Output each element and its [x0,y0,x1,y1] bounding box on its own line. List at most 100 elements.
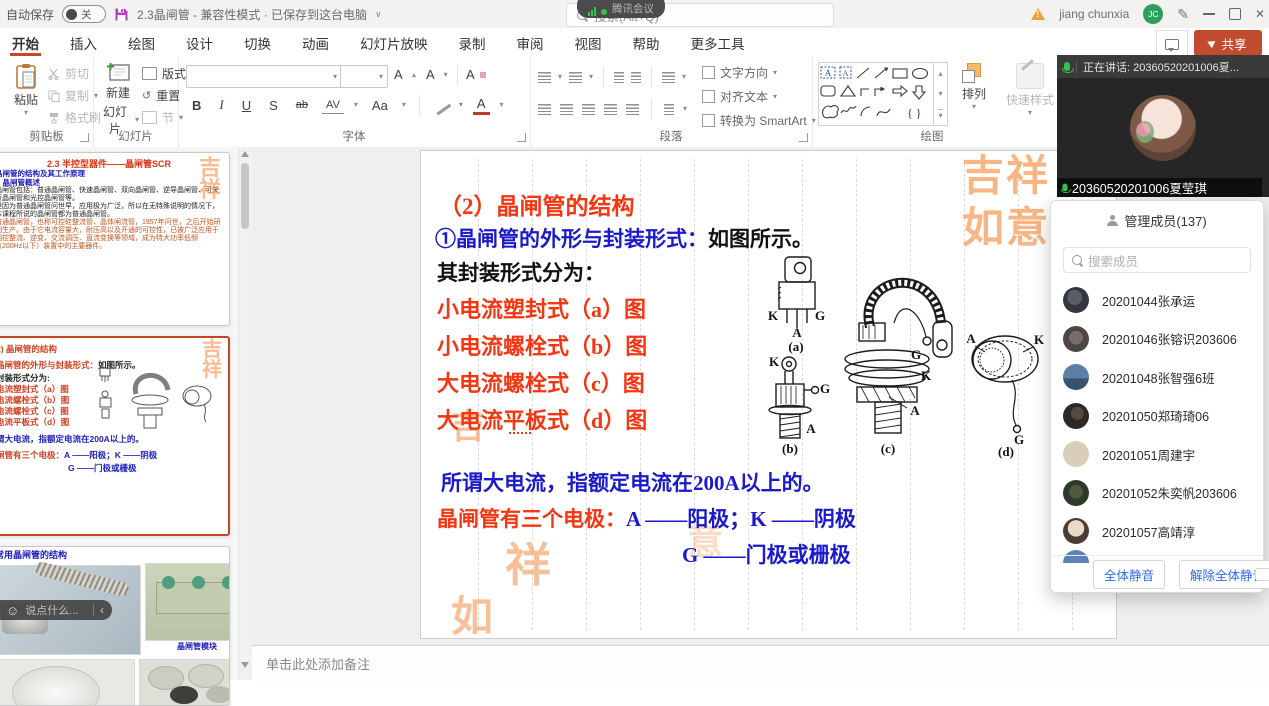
warning-icon[interactable] [1031,8,1045,20]
member-row[interactable]: 20201052朱奕帆203606 [1063,474,1259,513]
slide-title[interactable]: （2）晶闸管的结构 [439,187,635,221]
autosave-toggle[interactable]: 关 [62,5,106,23]
mute-all-button[interactable]: 全体静音 [1093,560,1165,589]
align-text-button[interactable]: 对齐文本 ▾ [702,88,777,105]
bullets-button[interactable] [538,72,551,83]
maximize-button[interactable] [1229,8,1241,20]
justify-button[interactable] [604,104,617,115]
tab-more-tools[interactable]: 更多工具 [689,30,747,56]
shape-gallery[interactable]: A A { } [818,62,934,126]
text-shadow-button[interactable]: S [265,96,282,115]
document-title[interactable]: 2.3晶闸管 - 兼容性模式 · 已保存到这台电脑 [137,6,367,23]
user-avatar[interactable]: JC [1143,4,1163,24]
text-direction-button[interactable]: 文字方向 ▾ [702,64,777,81]
numbering-button[interactable] [569,72,582,83]
paragraph-dialog-launcher[interactable] [799,133,808,142]
arrange-button[interactable]: 排列 ▾ [952,63,996,110]
doc-title-caret-icon[interactable]: ∨ [375,9,382,20]
columns-button[interactable] [664,104,674,115]
member-row[interactable]: 20201048张智强6班 [1063,358,1259,397]
thumbnail-slide-3[interactable]: 常用晶闸管的结构 晶闸管模块 平板型晶闸管外形及结构 [0,546,230,706]
member-row[interactable]: 20201051周建宇 [1063,435,1259,474]
slide-red-item-1[interactable]: 小电流塑封式（a）图 [437,292,646,324]
thyristor-figure[interactable]: K G A (a) K G A (b) G K A (c) A K G (d) [689,247,1049,462]
tab-design[interactable]: 设计 [184,30,215,56]
font-name-combo[interactable]: ▾ [186,65,342,88]
tab-help[interactable]: 帮助 [631,30,662,56]
grow-font-button[interactable]: A▾ [390,65,416,84]
slide-editing-area[interactable]: 吉祥 如意 吉 祥 如 意 （2）晶闸管的结构 ①晶闸管的外形与封装形式：如图所… [420,150,1117,639]
emoji-icon[interactable]: ☺ [6,604,19,617]
tab-slideshow[interactable]: 幻灯片放映 [358,30,430,56]
thumbnail-slide-2-selected[interactable]: 2) 晶闸管的结构 晶闸管的外形与封装形式：如图所示。 封装形式分为: 电流塑封… [0,336,230,536]
notes-placeholder[interactable]: 单击此处添加备注 [266,654,370,673]
decrease-indent-button[interactable] [614,72,624,83]
align-left-button[interactable] [538,104,551,115]
minimize-button[interactable] [1203,13,1215,15]
slide-electrodes-red[interactable]: 晶闸管有三个电极： [437,507,626,531]
chat-input-placeholder[interactable]: 说点什么... [25,602,78,618]
tab-transitions[interactable]: 切换 [242,30,273,56]
comments-button[interactable] [1156,30,1188,57]
increase-indent-button[interactable] [631,72,641,83]
change-case-button[interactable]: Aa [368,96,392,115]
member-row[interactable]: 20201044张承运 [1063,281,1259,320]
new-slide-button[interactable]: 新建 幻灯片▾ [97,62,139,137]
copy-button[interactable]: 复制 ▾ [48,87,98,104]
shape-gallery-scroll[interactable]: ▴ ▾ ▾ [934,62,948,126]
collapse-chevron-icon[interactable]: ‹ [100,604,106,616]
underline-button[interactable]: U [238,96,255,115]
section-button[interactable]: 节 ▾ [142,109,183,126]
slide-electrodes-blue[interactable]: A ——阳极；K ——阴极 [626,507,856,531]
member-row[interactable]: 20201046张镕识203606 [1063,320,1259,359]
thumbnail-slide-1[interactable]: 2.3 半控型器件——晶闸管SCR 晶闸管的结构及其工作原理 ）晶闸管概述 晶闸… [0,152,230,326]
smartart-button[interactable]: 转换为 SmartArt ▾ [702,112,816,129]
scrollbar-thumb[interactable] [241,163,249,229]
slide-red-item-4[interactable]: 大电流平板式（d）图 [437,403,647,435]
tab-review[interactable]: 审阅 [515,30,546,56]
more-button-partial[interactable] [1255,568,1269,581]
character-spacing-button[interactable]: AV [322,97,344,114]
share-button[interactable]: 共享 [1194,30,1262,56]
member-search-input[interactable]: 搜索成员 [1063,247,1251,273]
scroll-up-icon[interactable] [241,151,249,157]
font-color-button[interactable]: A [473,96,490,115]
tab-record[interactable]: 录制 [457,30,488,56]
save-icon[interactable] [114,7,129,22]
slide-line2[interactable]: 其封装形式分为： [437,257,605,287]
clipboard-dialog-launcher[interactable] [80,133,89,142]
meeting-chat-pill[interactable]: ☺ 说点什么... ‹ [0,600,112,620]
user-name[interactable]: jiang chunxia [1059,7,1129,21]
highlight-pen-icon[interactable] [431,95,452,115]
clear-formatting-button[interactable]: A [462,65,486,84]
cut-button[interactable]: 剪切 [48,65,89,82]
meeting-speaking-bar[interactable]: 正在讲话: 20360520201006夏... [1057,55,1269,78]
member-row[interactable]: 20201057高靖淳 [1063,512,1259,551]
reset-button[interactable]: ↺ 重置 [142,87,180,104]
paste-button[interactable]: 粘贴 ▾ [6,63,46,116]
distribute-button[interactable] [626,104,639,115]
notes-pane[interactable]: 单击此处添加备注 [252,645,1269,681]
slide-red-item-2[interactable]: 小电流螺栓式（b）图 [437,329,647,361]
font-dialog-launcher[interactable] [517,133,526,142]
tab-insert[interactable]: 插入 [68,30,99,56]
close-button[interactable]: ✕ [1255,7,1263,21]
slide-red-item-3[interactable]: 大电流螺栓式（c）图 [437,366,645,398]
strikethrough-button[interactable]: ab [292,97,312,113]
slide-electrodes-blue-2[interactable]: G ——门极或栅极 [682,539,851,569]
tab-view[interactable]: 视图 [573,30,604,56]
tab-home[interactable]: 开始 [10,30,41,56]
font-size-combo[interactable]: ▾ [340,65,388,88]
line-spacing-button[interactable] [662,72,675,83]
ink-pen-icon[interactable]: ✎ [1177,6,1189,23]
member-row[interactable]: 20201050郑琦琦06 [1063,397,1259,436]
slide-note-line[interactable]: 所谓大电流，指额定电流在200A以上的。 [441,467,824,497]
bold-button[interactable]: B [188,96,205,115]
italic-button[interactable]: I [215,95,227,115]
meeting-chip[interactable]: 腾讯会议 [577,0,665,18]
tab-draw[interactable]: 绘图 [126,30,157,56]
tab-animations[interactable]: 动画 [300,30,331,56]
quick-styles-button[interactable]: 快速样式 ▾ [1004,63,1056,116]
shrink-font-button[interactable]: A▾ [422,65,448,84]
align-right-button[interactable] [582,104,595,115]
